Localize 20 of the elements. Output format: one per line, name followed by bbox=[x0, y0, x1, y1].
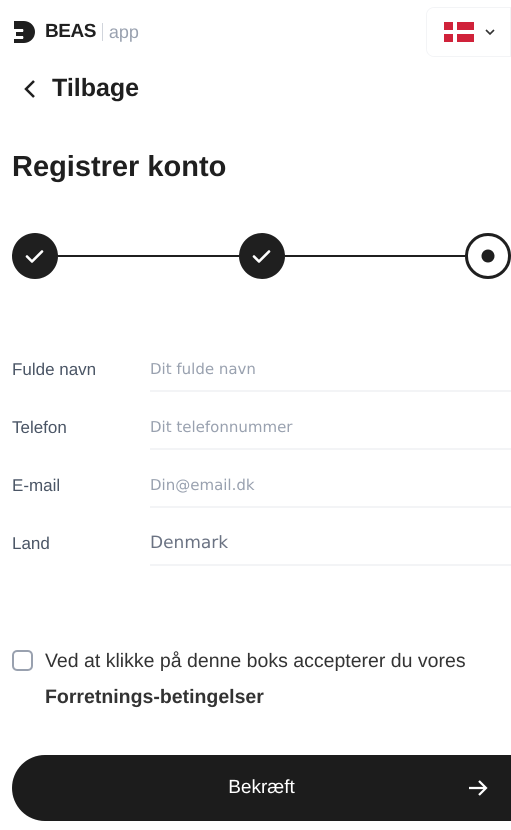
back-link[interactable]: Tilbage bbox=[24, 70, 140, 108]
input-field[interactable]: Din@email.dk bbox=[150, 464, 511, 508]
confirm-button[interactable]: Bekræft bbox=[12, 755, 511, 821]
field-label: Fulde navn bbox=[12, 359, 98, 382]
input-field[interactable]: Dit fulde navn bbox=[150, 348, 511, 392]
terms-checkbox[interactable] bbox=[12, 650, 33, 671]
page-title: Registrer konto bbox=[12, 150, 228, 184]
country-field[interactable]: Denmark bbox=[150, 522, 511, 566]
field-label: Telefon bbox=[12, 417, 68, 440]
brand-name: BEAS bbox=[45, 20, 96, 44]
language-selector[interactable] bbox=[426, 7, 511, 57]
arrow-right-icon bbox=[467, 778, 489, 798]
flag-icon bbox=[444, 22, 474, 42]
terms-text: Ved at klikke på denne boks accepterer du vores Forretnings-betingelser bbox=[45, 649, 467, 710]
brand-suffix: app bbox=[108, 20, 139, 44]
field-label: E-mail bbox=[12, 475, 62, 498]
input-field[interactable]: Dit telefonnummer bbox=[150, 406, 511, 450]
field-label: Land bbox=[12, 533, 51, 556]
chevron-left-icon bbox=[24, 78, 36, 99]
chevron-down-icon bbox=[484, 28, 496, 36]
